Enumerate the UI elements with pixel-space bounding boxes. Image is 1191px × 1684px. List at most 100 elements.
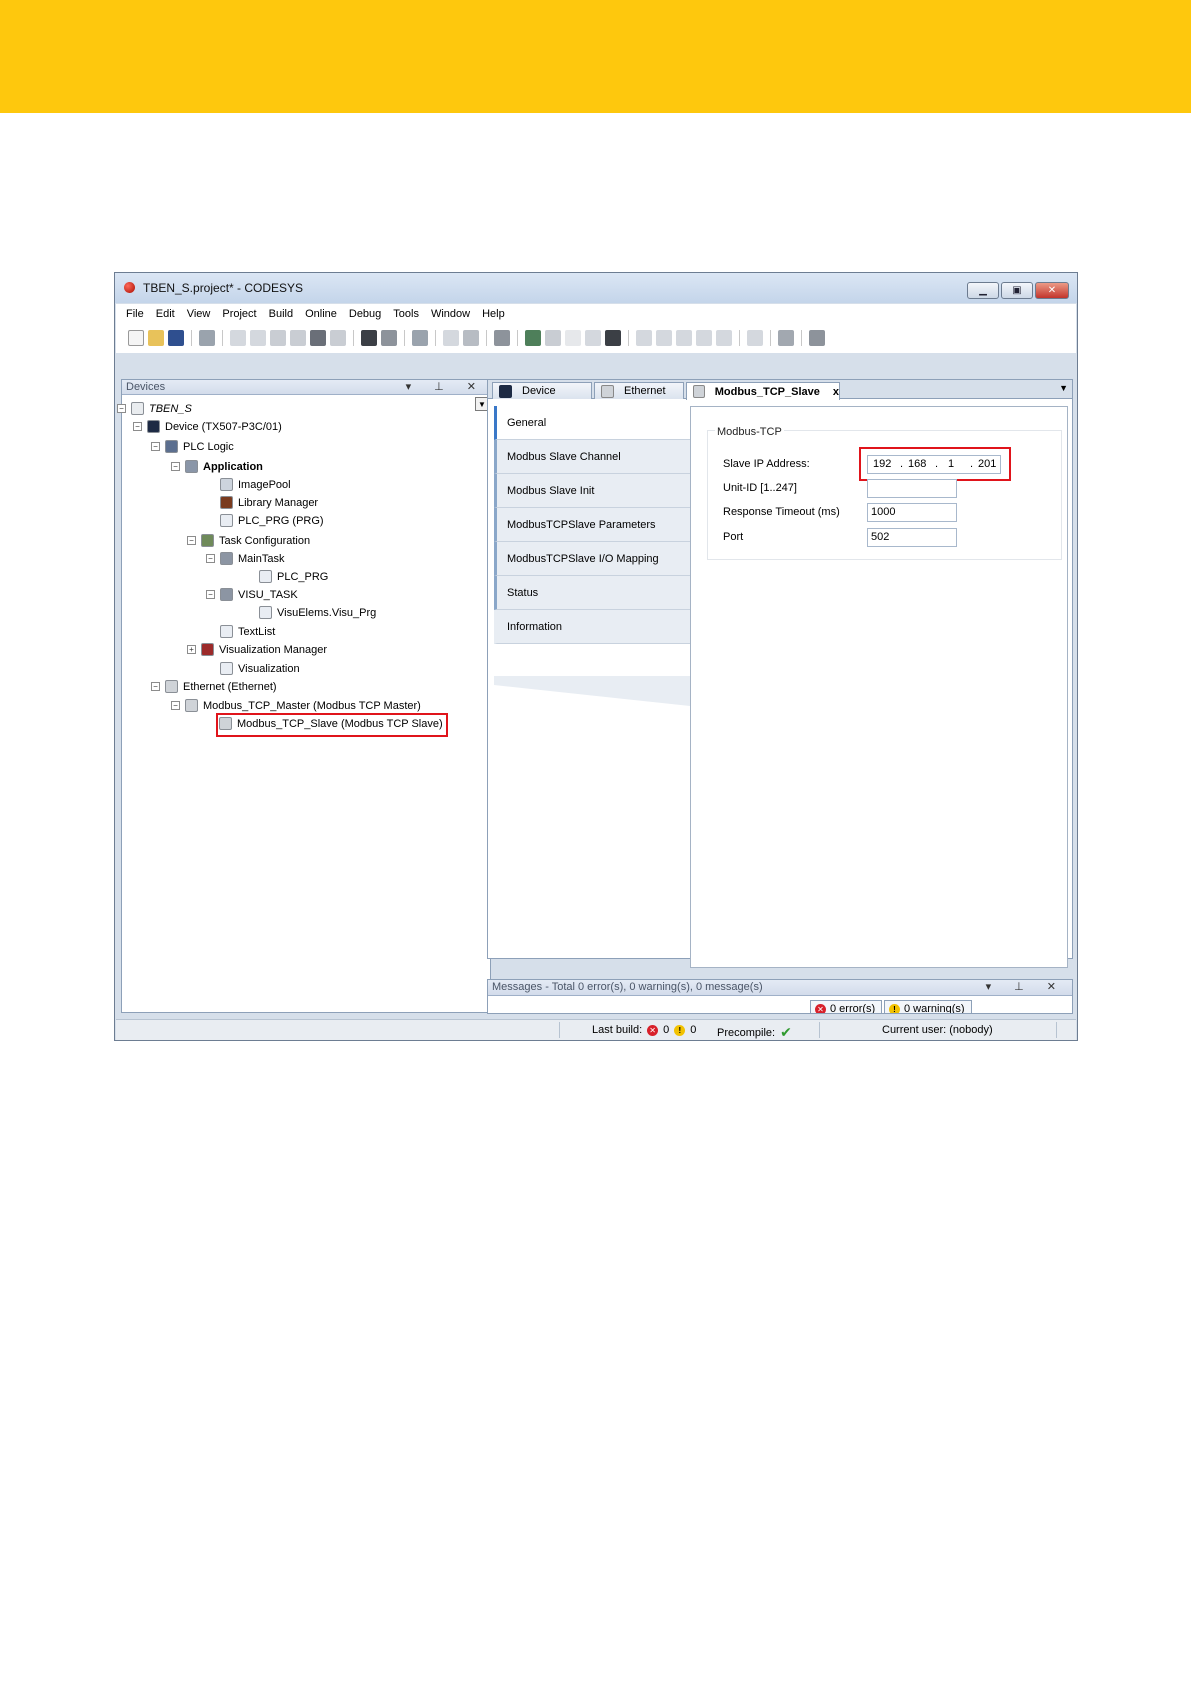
tree-node-content[interactable]: PLC Logic xyxy=(165,440,234,453)
collapse-icon[interactable]: − xyxy=(133,422,142,431)
tab-modbus-tcp-slave[interactable]: Modbus_TCP_Slave x xyxy=(686,382,840,400)
tree-node[interactable]: ImagePool xyxy=(122,476,482,494)
menu-project[interactable]: Project xyxy=(222,308,256,320)
tree-node-content[interactable]: PLC_PRG xyxy=(259,570,328,583)
undo-icon[interactable] xyxy=(230,330,246,346)
build-icon[interactable] xyxy=(494,330,510,346)
collapse-icon[interactable]: − xyxy=(187,536,196,545)
tree-node-content[interactable]: MainTask xyxy=(220,552,284,565)
select-all-icon[interactable] xyxy=(412,330,428,346)
tree-node-content[interactable]: Application xyxy=(185,460,263,473)
menu-help[interactable]: Help xyxy=(482,308,505,320)
tab-device[interactable]: Device xyxy=(492,382,592,399)
tree-node[interactable]: TextList xyxy=(122,623,482,641)
tree-node-content[interactable]: Device (TX507-P3C/01) xyxy=(147,420,282,433)
warnings-filter-button[interactable]: ! 0 warning(s) xyxy=(884,1000,972,1013)
tree-node[interactable]: PLC_PRG xyxy=(122,568,482,586)
bookmark-icon[interactable] xyxy=(443,330,459,346)
find-icon[interactable] xyxy=(361,330,377,346)
collapse-icon[interactable]: − xyxy=(117,404,126,413)
errors-filter-button[interactable]: ✕ 0 error(s) xyxy=(810,1000,882,1013)
tree-node[interactable]: − VISU_TASK xyxy=(122,586,482,604)
tree-node[interactable]: VisuElems.Visu_Prg xyxy=(122,604,482,622)
side-tab-modbus-slave-init[interactable]: Modbus Slave Init xyxy=(494,474,690,508)
menu-view[interactable]: View xyxy=(187,308,211,320)
tools-wrench-icon[interactable] xyxy=(605,330,621,346)
tree-node[interactable]: PLC_PRG (PRG) xyxy=(122,512,482,530)
tree-node-content[interactable]: Task Configuration xyxy=(201,534,310,547)
tree-node[interactable]: − Application xyxy=(122,458,482,476)
tree-node[interactable]: − PLC Logic xyxy=(122,438,482,456)
breakpoint-icon[interactable] xyxy=(716,330,732,346)
logout-icon[interactable] xyxy=(545,330,561,346)
side-tab-modbus-slave-channel[interactable]: Modbus Slave Channel xyxy=(494,440,690,474)
devices-panel-controls[interactable]: ▾ ⊥ ✕ xyxy=(406,380,486,393)
tree-node[interactable]: Visualization xyxy=(122,660,482,678)
paste-icon[interactable] xyxy=(310,330,326,346)
tree-node[interactable]: − Task Configuration xyxy=(122,532,482,550)
side-tab-slave-parameters[interactable]: ModbusTCPSlave Parameters xyxy=(494,508,690,542)
collapse-icon[interactable]: − xyxy=(171,462,180,471)
delete-icon[interactable] xyxy=(330,330,346,346)
collapse-icon[interactable]: − xyxy=(206,554,215,563)
collapse-icon[interactable]: − xyxy=(151,442,160,451)
tree-node[interactable]: − TBEN_S xyxy=(117,400,482,418)
tab-ethernet[interactable]: Ethernet xyxy=(594,382,684,399)
collapse-icon[interactable]: − xyxy=(151,682,160,691)
tree-node-content[interactable]: TBEN_S xyxy=(131,402,192,415)
step-out-icon[interactable] xyxy=(676,330,692,346)
cut-icon[interactable] xyxy=(270,330,286,346)
tree-node[interactable]: − MainTask xyxy=(122,550,482,568)
write-values-icon[interactable] xyxy=(747,330,763,346)
tree-node-content[interactable]: Library Manager xyxy=(220,496,318,509)
menu-debug[interactable]: Debug xyxy=(349,308,381,320)
expand-icon[interactable]: + xyxy=(187,645,196,654)
collapse-icon[interactable]: − xyxy=(206,590,215,599)
run-to-cursor-icon[interactable] xyxy=(696,330,712,346)
replace-icon[interactable] xyxy=(381,330,397,346)
tree-node-content[interactable]: VISU_TASK xyxy=(220,588,298,601)
print-icon[interactable] xyxy=(199,330,215,346)
side-tab-io-mapping[interactable]: ModbusTCPSlave I/O Mapping xyxy=(494,542,690,576)
tab-list-dropdown[interactable]: ▼ xyxy=(1059,383,1068,393)
menu-window[interactable]: Window xyxy=(431,308,470,320)
open-folder-icon[interactable] xyxy=(148,330,164,346)
side-tab-status[interactable]: Status xyxy=(494,576,690,610)
side-tab-general[interactable]: General xyxy=(494,406,690,440)
redo-icon[interactable] xyxy=(250,330,266,346)
messages-panel-controls[interactable]: ▾ ⊥ ✕ xyxy=(986,980,1066,993)
stop-icon[interactable] xyxy=(585,330,601,346)
filter-icon[interactable] xyxy=(809,330,825,346)
tree-node-content[interactable]: Ethernet (Ethernet) xyxy=(165,680,277,693)
tree-node-content[interactable]: Visualization xyxy=(220,662,300,675)
visualization-toolbar-icon[interactable] xyxy=(778,330,794,346)
unit-id-input[interactable] xyxy=(867,479,957,498)
step-into-icon[interactable] xyxy=(656,330,672,346)
tree-node[interactable]: − Ethernet (Ethernet) xyxy=(122,678,482,696)
maximize-button[interactable]: ▣ xyxy=(1001,282,1033,299)
tree-node-content[interactable]: PLC_PRG (PRG) xyxy=(220,514,324,527)
tree-node-content[interactable]: VisuElems.Visu_Prg xyxy=(259,606,376,619)
collapse-icon[interactable]: − xyxy=(171,701,180,710)
menu-tools[interactable]: Tools xyxy=(393,308,419,320)
menu-edit[interactable]: Edit xyxy=(156,308,175,320)
tree-node-content[interactable]: ImagePool xyxy=(220,478,291,491)
tree-node-content[interactable]: Visualization Manager xyxy=(201,643,327,656)
tree-node-content[interactable]: TextList xyxy=(220,625,275,638)
tree-node[interactable]: Library Manager xyxy=(122,494,482,512)
tree-node-content[interactable]: Modbus_TCP_Master (Modbus TCP Master) xyxy=(185,699,421,712)
port-input[interactable]: 502 xyxy=(867,528,957,547)
menu-online[interactable]: Online xyxy=(305,308,337,320)
start-icon[interactable] xyxy=(565,330,581,346)
menu-file[interactable]: File xyxy=(126,308,144,320)
tab-close-button[interactable]: x xyxy=(833,386,839,398)
menu-build[interactable]: Build xyxy=(269,308,293,320)
side-tab-information[interactable]: Information xyxy=(494,610,690,644)
response-timeout-input[interactable]: 1000 xyxy=(867,503,957,522)
copy-icon[interactable] xyxy=(290,330,306,346)
close-button[interactable]: ✕ xyxy=(1035,282,1069,299)
save-icon[interactable] xyxy=(168,330,184,346)
export-icon[interactable] xyxy=(463,330,479,346)
tree-node[interactable]: + Visualization Manager xyxy=(122,641,482,659)
login-icon[interactable] xyxy=(525,330,541,346)
